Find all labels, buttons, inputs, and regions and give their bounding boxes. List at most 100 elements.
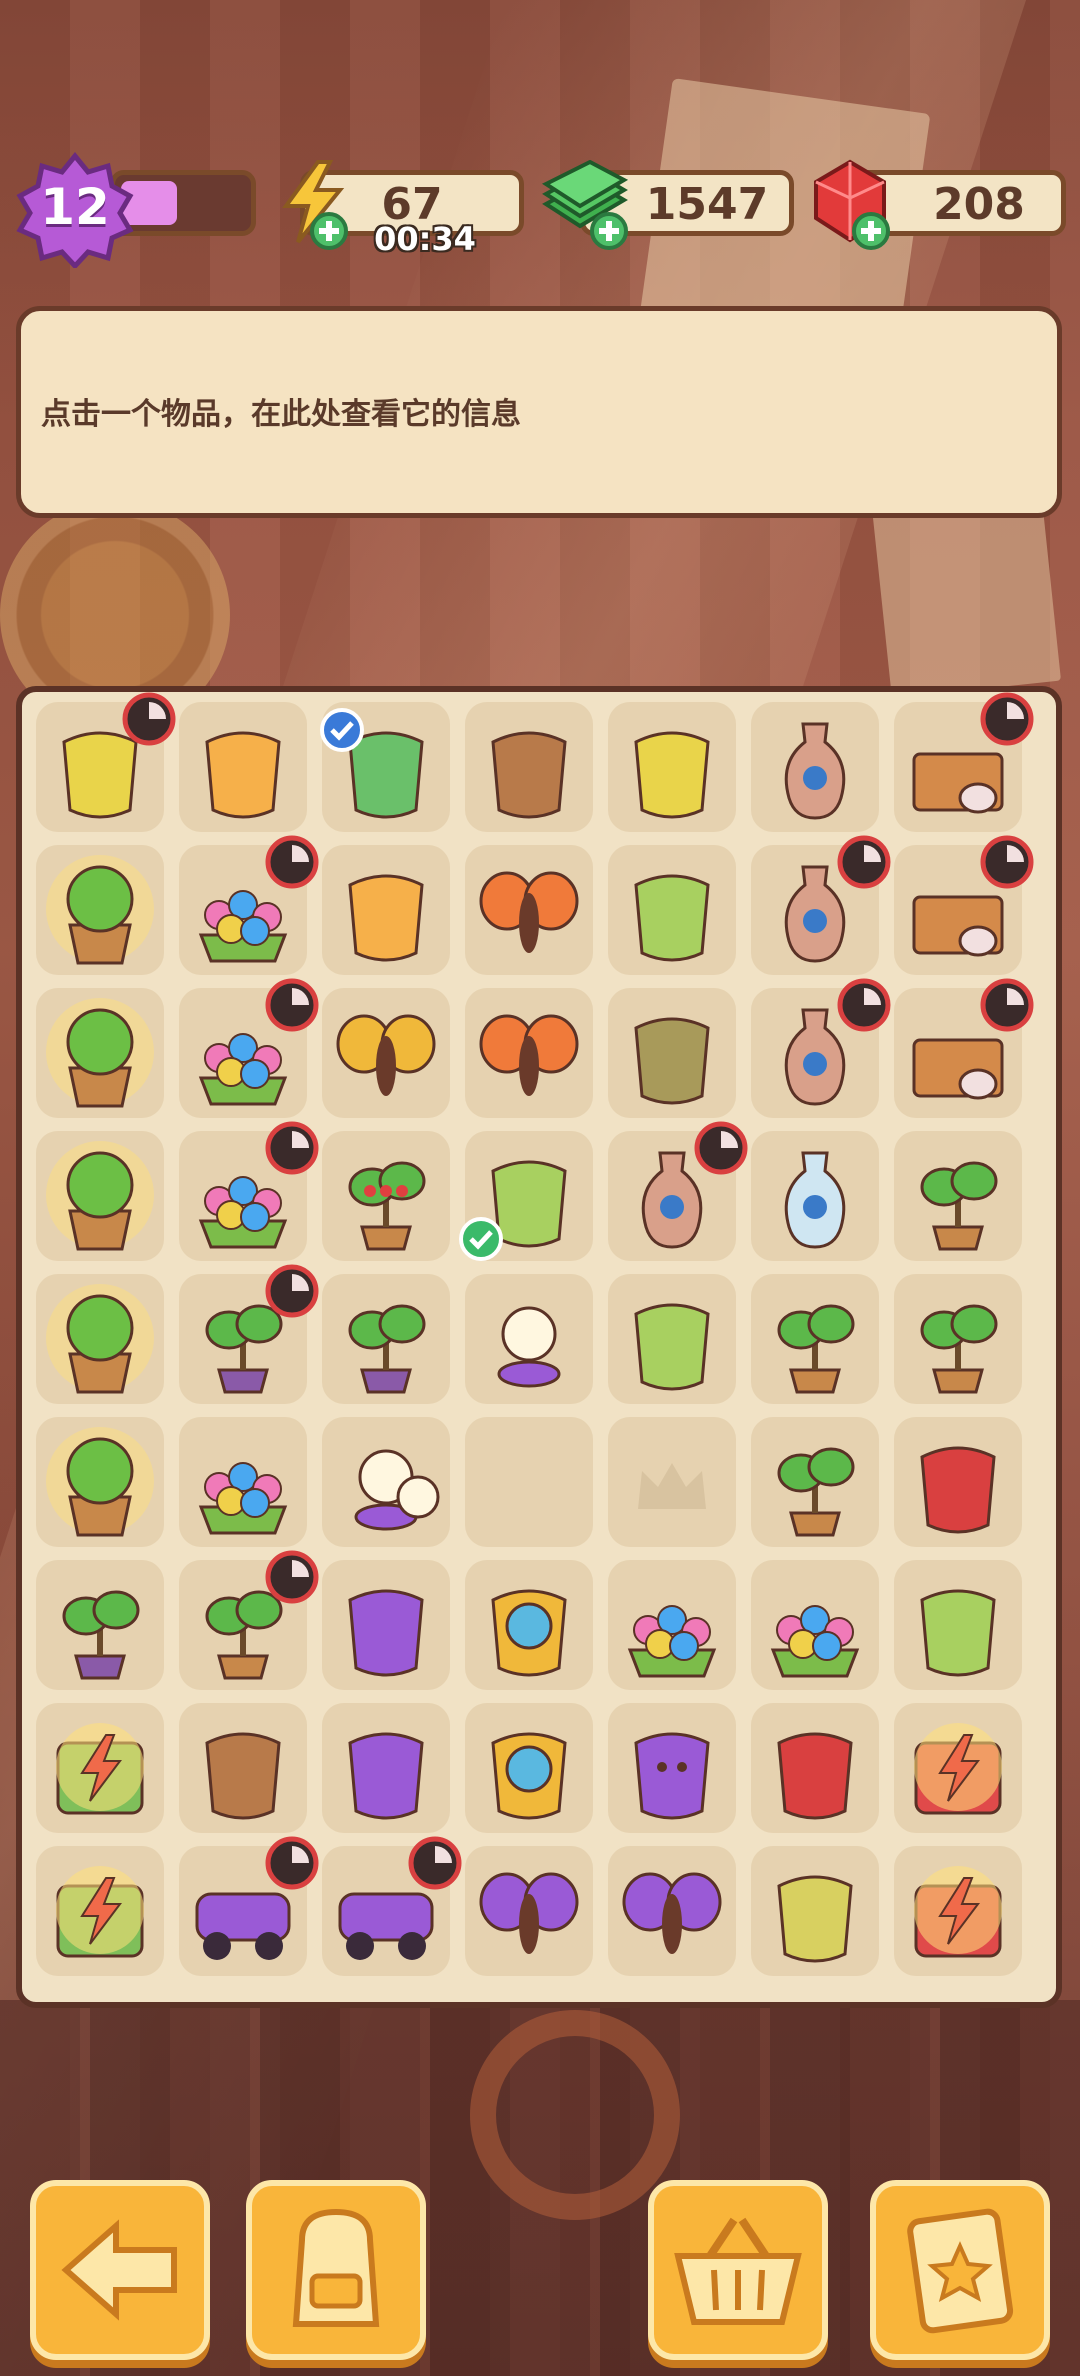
board-cell[interactable] <box>36 845 164 975</box>
board-cell[interactable] <box>751 1846 879 1976</box>
energy-chest-item[interactable] <box>36 1703 164 1833</box>
double-orb-lamp-item[interactable] <box>322 1417 450 1547</box>
board-cell[interactable] <box>322 845 450 975</box>
board-cell[interactable] <box>465 1560 593 1690</box>
pruning-shears-item[interactable] <box>751 1703 879 1833</box>
board-cell[interactable] <box>322 1131 450 1261</box>
knitting-item[interactable] <box>322 1560 450 1690</box>
board-cell[interactable] <box>465 1274 593 1404</box>
green-bowl-item[interactable] <box>608 845 736 975</box>
butterfly-item[interactable] <box>465 988 593 1118</box>
merge-board[interactable] <box>16 686 1062 2008</box>
board-cell[interactable] <box>179 702 307 832</box>
melon-item[interactable] <box>608 1274 736 1404</box>
board-cell[interactable] <box>751 1274 879 1404</box>
board-cell[interactable] <box>608 1703 736 1833</box>
board-cell[interactable] <box>322 1560 450 1690</box>
board-cell[interactable] <box>465 1846 593 1976</box>
berry-bush-item[interactable] <box>322 1131 450 1261</box>
glowing-tree-pot-item[interactable] <box>36 1131 164 1261</box>
board-cell[interactable] <box>894 1703 1022 1833</box>
board-cell[interactable] <box>751 1417 879 1547</box>
juice-jar-item[interactable] <box>322 845 450 975</box>
glowing-tree-pot-item[interactable] <box>36 1417 164 1547</box>
board-cell[interactable] <box>465 702 593 832</box>
fruit-smoothie-cup-item[interactable] <box>179 702 307 832</box>
board-cell[interactable] <box>322 1274 450 1404</box>
back-button[interactable] <box>30 2180 210 2360</box>
leaf-pair-item[interactable] <box>751 1274 879 1404</box>
board-cell[interactable] <box>894 1131 1022 1261</box>
hat-item[interactable] <box>894 1560 1022 1690</box>
board-cell[interactable] <box>322 988 450 1118</box>
magnifier-item[interactable] <box>465 1560 593 1690</box>
board-cell[interactable] <box>322 1703 450 1833</box>
crystal-vase-item[interactable] <box>751 702 879 832</box>
board-cell[interactable] <box>36 988 164 1118</box>
board-cell[interactable] <box>608 988 736 1118</box>
bonsai-tree-item[interactable] <box>322 1274 450 1404</box>
leafy-plant-item[interactable] <box>894 1274 1022 1404</box>
board-cell[interactable] <box>751 1703 879 1833</box>
backpack-button[interactable] <box>246 2180 426 2360</box>
board-cell[interactable] <box>608 1846 736 1976</box>
small-bonsai-item[interactable] <box>36 1560 164 1690</box>
board-cell[interactable] <box>894 1274 1022 1404</box>
glass-vase-item[interactable] <box>751 1131 879 1261</box>
board-cell[interactable] <box>465 988 593 1118</box>
board-cell[interactable] <box>36 1417 164 1547</box>
board-cell[interactable] <box>36 1846 164 1976</box>
board-cell[interactable] <box>608 1274 736 1404</box>
board-cell[interactable] <box>465 845 593 975</box>
board-cell[interactable] <box>36 1703 164 1833</box>
seedling-item[interactable] <box>751 1417 879 1547</box>
glasses-item[interactable] <box>465 1703 593 1833</box>
board-cell[interactable] <box>465 1703 593 1833</box>
board-cell[interactable] <box>751 1560 879 1690</box>
leaf-sprout-item[interactable] <box>894 1131 1022 1261</box>
flower-basket-item[interactable] <box>179 1417 307 1547</box>
locked-cell[interactable] <box>608 1417 736 1547</box>
purple-sweater-item[interactable] <box>322 1703 450 1833</box>
energy-box-item[interactable] <box>894 1703 1022 1833</box>
shop-button[interactable] <box>648 2180 828 2360</box>
energy-chest-item[interactable] <box>36 1846 164 1976</box>
seed-sack-item[interactable] <box>751 1846 879 1976</box>
energy-box-item[interactable] <box>894 1846 1022 1976</box>
board-cell[interactable] <box>751 702 879 832</box>
flower-planter-item[interactable] <box>751 1560 879 1690</box>
add-gems-icon[interactable] <box>852 212 890 250</box>
yellow-flower-pot-item[interactable] <box>608 1560 736 1690</box>
trench-coat-item[interactable] <box>179 1703 307 1833</box>
board-cell[interactable] <box>751 1131 879 1261</box>
add-energy-icon[interactable] <box>310 212 348 250</box>
purple-moth-item[interactable] <box>465 1846 593 1976</box>
board-cell[interactable] <box>36 1274 164 1404</box>
board-cell[interactable] <box>322 1417 450 1547</box>
glowing-tree-pot-item[interactable] <box>36 988 164 1118</box>
board-cell[interactable] <box>179 1703 307 1833</box>
board-cell[interactable] <box>894 1560 1022 1690</box>
board-cell[interactable] <box>36 1131 164 1261</box>
butterfly-item[interactable] <box>465 845 593 975</box>
yellow-pail-item[interactable] <box>608 702 736 832</box>
purple-blob-item[interactable] <box>608 1703 736 1833</box>
board-cell[interactable] <box>608 845 736 975</box>
board-cell[interactable] <box>465 1417 593 1547</box>
board-cell[interactable] <box>894 1846 1022 1976</box>
add-cash-icon[interactable] <box>590 212 628 250</box>
quests-button[interactable] <box>870 2180 1050 2360</box>
board-cell[interactable] <box>179 1417 307 1547</box>
sandbag-item[interactable] <box>608 988 736 1118</box>
purple-moth-item[interactable] <box>608 1846 736 1976</box>
glowing-tree-pot-item[interactable] <box>36 845 164 975</box>
bee-item[interactable] <box>322 988 450 1118</box>
board-cell[interactable] <box>608 1560 736 1690</box>
glowing-tree-pot-item[interactable] <box>36 1274 164 1404</box>
board-cell[interactable] <box>36 1560 164 1690</box>
orb-lamp-item[interactable] <box>465 1274 593 1404</box>
clay-pot-item[interactable] <box>465 702 593 832</box>
board-cell[interactable] <box>608 1417 736 1547</box>
gloves-item[interactable] <box>894 1417 1022 1547</box>
board-cell[interactable] <box>894 1417 1022 1547</box>
